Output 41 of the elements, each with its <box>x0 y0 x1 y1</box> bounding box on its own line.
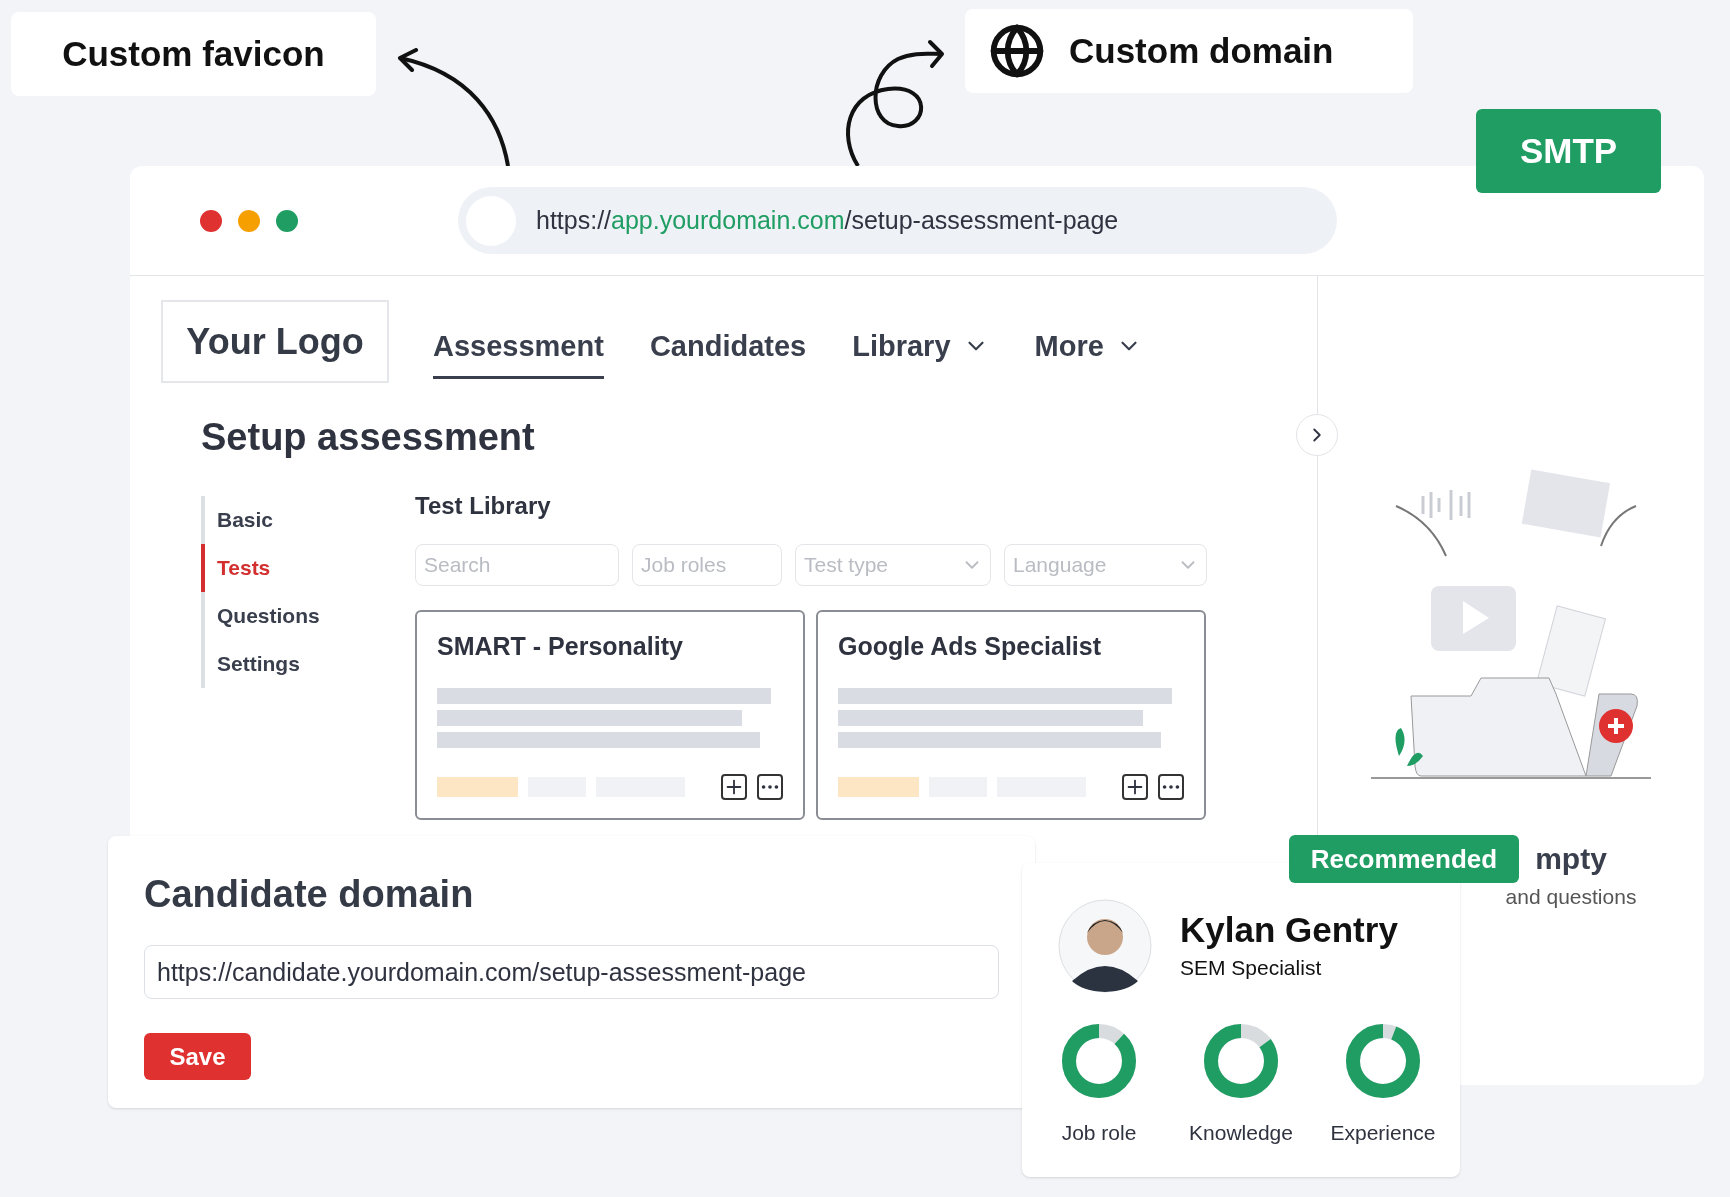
domain-input-field[interactable]: https://candidate.yourdomain.com/setup-assessment-page <box>144 945 999 999</box>
nav-tab[interactable]: Library <box>852 324 989 379</box>
more-icon[interactable] <box>757 773 783 800</box>
empty-state-subtitle: and questions <box>1505 884 1637 910</box>
nav-tab[interactable]: Candidates <box>649 324 807 379</box>
test-card[interactable]: SMART - Personality <box>415 610 805 820</box>
logo-text: Your Logo <box>186 319 364 364</box>
candidate-role: SEM Specialist <box>1180 955 1323 982</box>
filter-field[interactable]: Job roles <box>632 544 782 586</box>
candidate-name: Kylan Gentry <box>1180 909 1398 952</box>
card-title: Candidate domain <box>144 872 475 917</box>
more-icon[interactable] <box>1158 773 1184 800</box>
globe-icon <box>989 23 1045 79</box>
card-title: SMART - Personality <box>437 631 684 662</box>
add-icon[interactable] <box>721 773 747 800</box>
empty-state-title: mpty <box>1535 841 1607 877</box>
filter-field[interactable]: Search <box>415 544 619 586</box>
smtp-badge: SMTP <box>1476 109 1661 193</box>
step-item[interactable]: Basic <box>201 496 415 544</box>
step-item[interactable]: Questions <box>201 592 415 640</box>
callout-label: Custom domain <box>1069 29 1334 72</box>
test-card[interactable]: Google Ads Specialist <box>816 610 1206 820</box>
save-button[interactable]: Save <box>144 1033 251 1080</box>
section-title: Test Library <box>415 491 552 521</box>
address-bar[interactable]: https://app.yourdomain.com/setup-assessment-page <box>458 187 1337 254</box>
score-label: Experience <box>1330 1120 1436 1146</box>
score-label: Knowledge <box>1189 1120 1293 1146</box>
page-title: Setup assessment <box>201 415 536 460</box>
nav-tab[interactable]: Assessment <box>433 324 604 379</box>
filter-field[interactable]: Language <box>1004 544 1207 586</box>
collapse-button[interactable] <box>1296 414 1338 456</box>
callout-label: Custom favicon <box>11 12 376 96</box>
card-title: Google Ads Specialist <box>838 631 1103 662</box>
nav-tab[interactable]: More <box>1034 324 1142 379</box>
score-label: Job role <box>1061 1120 1137 1146</box>
filter-field[interactable]: Test type <box>795 544 991 586</box>
add-icon[interactable] <box>1122 773 1148 800</box>
url-text: https://app.yourdomain.com/setup-assessment-page <box>536 204 1119 236</box>
step-item[interactable]: Settings <box>201 640 415 688</box>
recommended-badge: Recommended <box>1289 835 1519 883</box>
step-item[interactable]: Tests <box>201 544 415 592</box>
